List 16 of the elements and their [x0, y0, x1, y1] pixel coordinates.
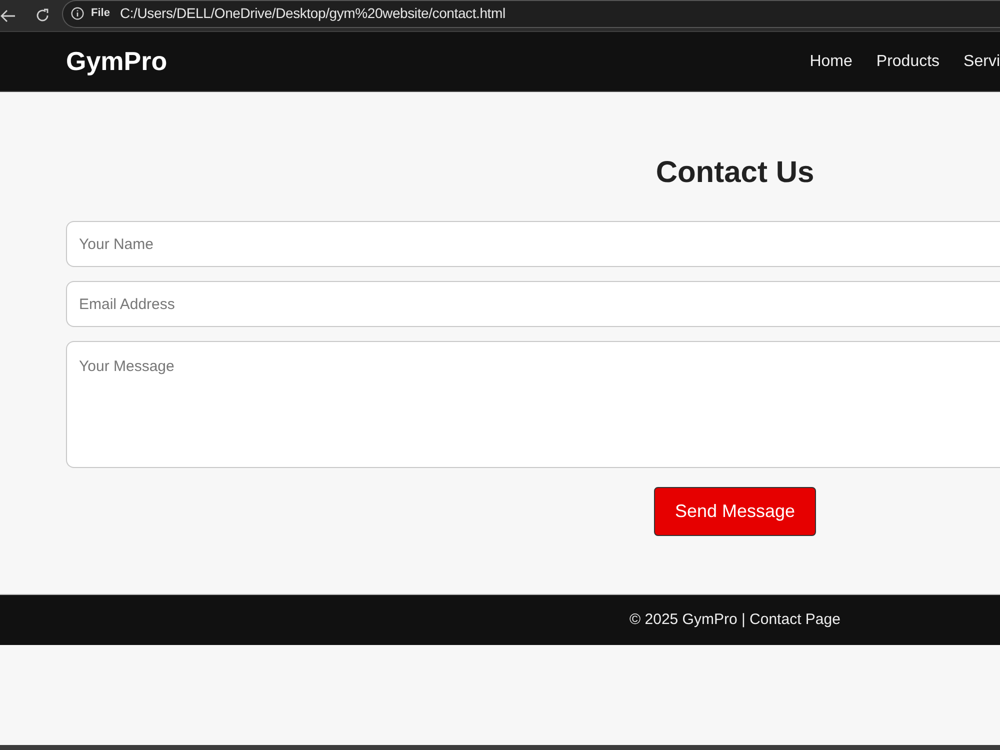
site-logo[interactable]: GymPro [66, 42, 168, 81]
page-heading: Contact Us [656, 155, 814, 191]
info-icon[interactable] [71, 7, 84, 20]
nav-link[interactable]: Products [876, 50, 940, 74]
nav-link[interactable]: Home [810, 50, 852, 74]
address-scheme-label: File [91, 6, 110, 22]
send-message-button[interactable]: Send Message [654, 487, 816, 536]
message-textarea[interactable]: Your Message [66, 341, 1000, 468]
address-url[interactable]: C:/Users/DELL/OneDrive/Desktop/gym%20website/contact.html [120, 3, 506, 24]
text-input-field[interactable]: Email Address [66, 281, 1000, 327]
reload-icon[interactable] [35, 8, 50, 23]
address-bar[interactable]: File C:/Users/DELL/OneDrive/Desktop/gym%20website/contact.html [62, 0, 1000, 28]
nav-link[interactable]: Servi [964, 50, 1000, 74]
text-input-field[interactable]: Your Name [66, 221, 1000, 267]
back-arrow-icon[interactable] [0, 8, 16, 22]
footer-text: © 2025 GymPro | Contact Page [630, 610, 840, 630]
